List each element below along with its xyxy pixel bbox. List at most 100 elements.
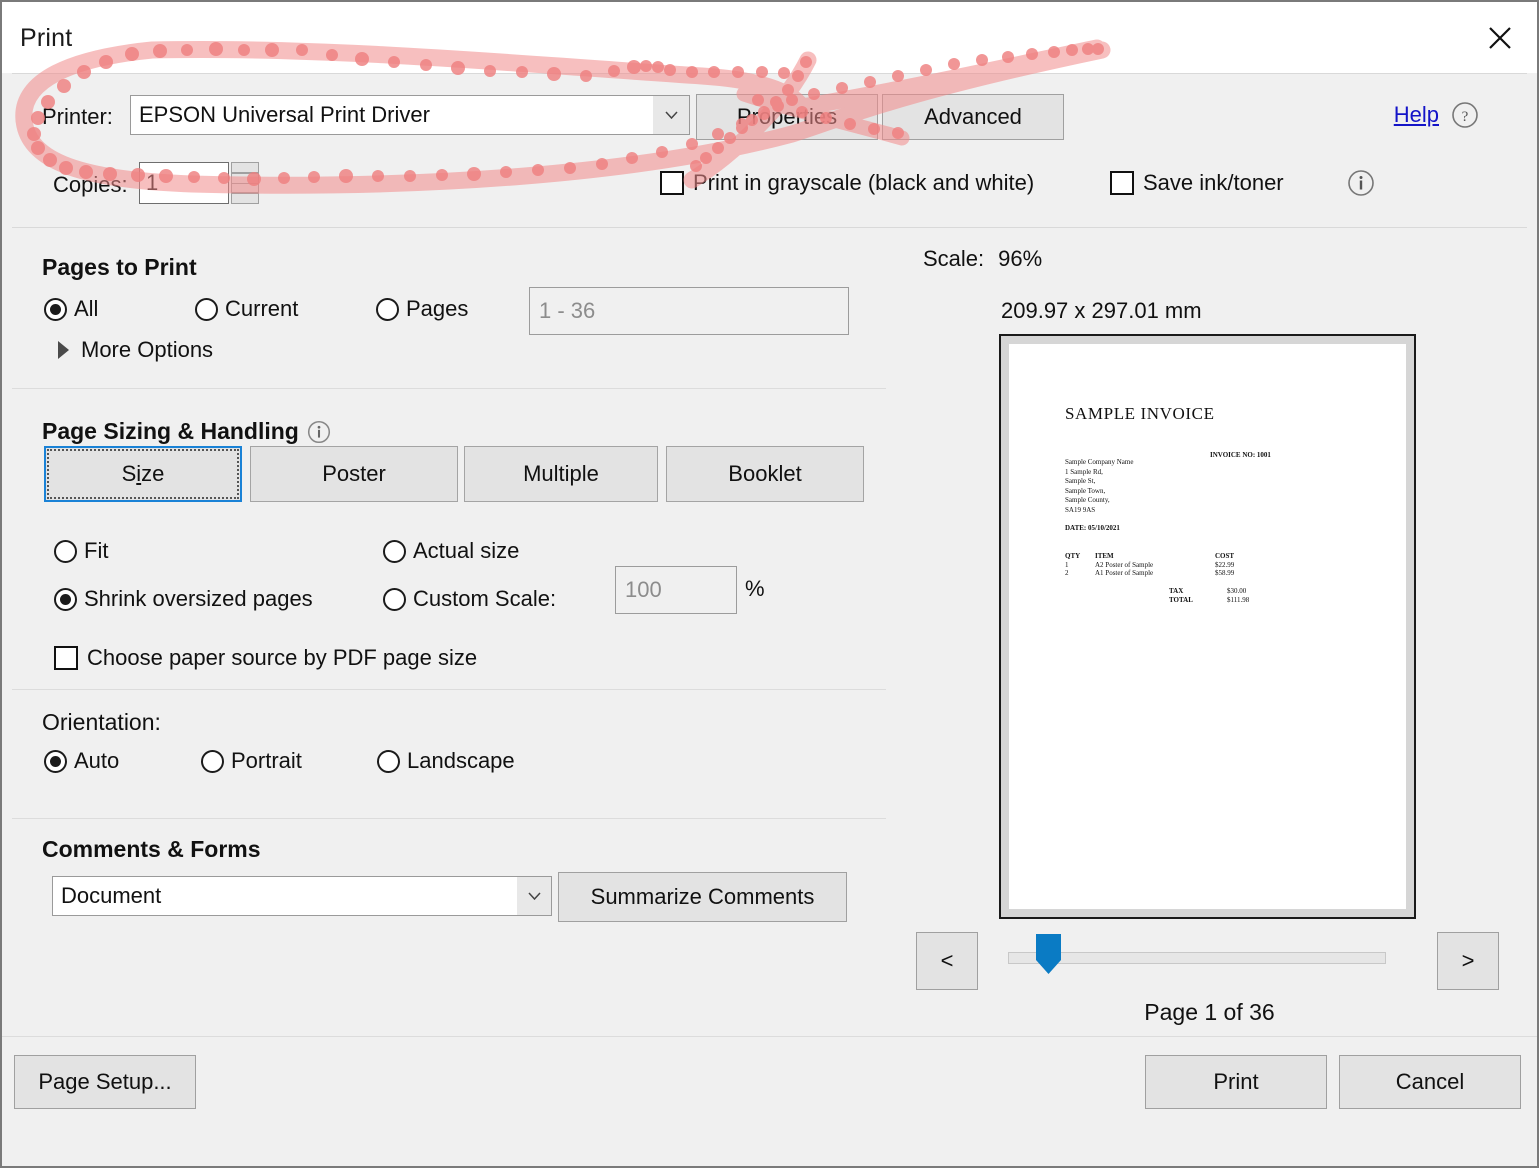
radio-portrait-label: Portrait <box>231 748 302 774</box>
comments-select[interactable]: Document <box>52 876 552 916</box>
pages-to-print-group: Pages to Print All Current Pages 1 - 36 … <box>12 234 886 389</box>
radio-portrait[interactable]: Portrait <box>201 748 302 774</box>
help-link[interactable]: Help <box>1394 102 1439 128</box>
info-circle-icon[interactable] <box>1347 169 1375 202</box>
radio-indicator <box>383 540 406 563</box>
col-header-qty: QTY <box>1065 552 1095 561</box>
radio-indicator <box>54 588 77 611</box>
paper-source-checkbox[interactable]: Choose paper source by PDF page size <box>54 645 477 671</box>
pages-to-print-title: Pages to Print <box>42 254 197 281</box>
cancel-button[interactable]: Cancel <box>1339 1055 1521 1109</box>
percent-label: % <box>745 576 765 602</box>
invoice-number: INVOICE NO: 1001 <box>1210 451 1271 459</box>
radio-landscape-label: Landscape <box>407 748 515 774</box>
printer-label: Printer: <box>42 104 113 130</box>
printer-selected-value: EPSON Universal Print Driver <box>131 102 653 128</box>
printer-section: Printer: EPSON Universal Print Driver Pr… <box>12 73 1527 228</box>
page-sizing-group: Page Sizing & Handling Size Poster Multi… <box>12 390 886 690</box>
chevron-down-icon[interactable] <box>517 877 551 915</box>
radio-current[interactable]: Current <box>195 296 298 322</box>
radio-actual-size[interactable]: Actual size <box>383 538 519 564</box>
checkbox-box <box>54 646 78 670</box>
page-title: Print <box>20 24 72 53</box>
next-page-button[interactable]: > <box>1437 932 1499 990</box>
grayscale-label: Print in grayscale (black and white) <box>693 170 1034 196</box>
radio-auto[interactable]: Auto <box>44 748 119 774</box>
tax-label: TAX <box>1169 587 1227 596</box>
radio-shrink-oversized[interactable]: Shrink oversized pages <box>54 586 313 612</box>
info-circle-icon[interactable] <box>307 420 331 444</box>
page-slider-thumb[interactable] <box>1036 934 1061 974</box>
custom-scale-input[interactable]: 100 <box>615 566 737 614</box>
invoice-items-table: QTY ITEM COST 1 A2 Poster of Sample $22.… <box>1065 552 1305 577</box>
radio-pages[interactable]: Pages <box>376 296 468 322</box>
total-value: $111.98 <box>1227 596 1249 605</box>
radio-all[interactable]: All <box>44 296 98 322</box>
document-preview: SAMPLE INVOICE INVOICE NO: 1001 Sample C… <box>1009 344 1406 909</box>
comments-forms-group: Comments & Forms Document Summarize Comm… <box>12 820 886 938</box>
cell-qty: 2 <box>1065 569 1095 577</box>
radio-custom-scale-label: Custom Scale: <box>413 586 556 612</box>
page-setup-button[interactable]: Page Setup... <box>14 1055 196 1109</box>
scale-label: Scale: <box>923 246 984 271</box>
previous-page-button[interactable]: < <box>916 932 978 990</box>
radio-indicator <box>44 298 67 321</box>
tab-poster[interactable]: Poster <box>250 446 458 502</box>
comments-selected-value: Document <box>53 883 517 909</box>
radio-current-label: Current <box>225 296 298 322</box>
printer-select[interactable]: EPSON Universal Print Driver <box>130 95 690 135</box>
triangle-up-icon[interactable] <box>231 162 259 184</box>
advanced-button[interactable]: Advanced <box>882 94 1064 140</box>
radio-landscape[interactable]: Landscape <box>377 748 515 774</box>
invoice-totals: TAX $30.00 TOTAL $111.98 <box>1169 587 1249 605</box>
col-header-item: ITEM <box>1095 552 1215 561</box>
cell-cost: $22.99 <box>1215 561 1305 569</box>
save-ink-label: Save ink/toner <box>1143 170 1284 196</box>
more-options-toggle[interactable]: More Options <box>58 337 213 363</box>
copies-input[interactable]: 1 <box>139 162 229 204</box>
radio-fit-label: Fit <box>84 538 108 564</box>
question-circle-icon[interactable]: ? <box>1451 101 1479 134</box>
total-label: TOTAL <box>1169 596 1227 605</box>
page-slider-track[interactable] <box>1008 952 1386 964</box>
radio-indicator <box>54 540 77 563</box>
radio-indicator <box>201 750 224 773</box>
triangle-right-icon <box>58 341 69 359</box>
scale-row: Scale: 96% <box>923 246 1042 272</box>
cell-cost: $58.99 <box>1215 569 1305 577</box>
invoice-heading: SAMPLE INVOICE <box>1065 404 1215 424</box>
chevron-down-icon[interactable] <box>653 96 689 134</box>
tax-value: $30.00 <box>1227 587 1249 596</box>
col-header-cost: COST <box>1215 552 1305 561</box>
tab-multiple[interactable]: Multiple <box>464 446 658 502</box>
radio-indicator <box>376 298 399 321</box>
cell-qty: 1 <box>1065 561 1095 569</box>
save-ink-checkbox[interactable]: Save ink/toner <box>1110 170 1284 196</box>
paper-source-label: Choose paper source by PDF page size <box>87 645 477 671</box>
page-sizing-title: Page Sizing & Handling <box>42 418 299 445</box>
page-dimensions: 209.97 x 297.01 mm <box>1001 298 1202 324</box>
radio-fit[interactable]: Fit <box>54 538 108 564</box>
summarize-comments-button[interactable]: Summarize Comments <box>558 872 847 922</box>
radio-custom-scale[interactable]: Custom Scale: <box>383 586 556 612</box>
grayscale-checkbox[interactable]: Print in grayscale (black and white) <box>660 170 1034 196</box>
pages-range-input[interactable]: 1 - 36 <box>529 287 849 335</box>
print-button[interactable]: Print <box>1145 1055 1327 1109</box>
triangle-down-icon[interactable] <box>231 184 259 205</box>
cell-item: A1 Poster of Sample <box>1095 569 1215 577</box>
copies-stepper[interactable] <box>231 162 259 204</box>
table-header-row: QTY ITEM COST <box>1065 552 1305 561</box>
orientation-title: Orientation: <box>42 709 161 736</box>
tab-size[interactable]: Size <box>44 446 242 502</box>
properties-button[interactable]: Properties <box>696 94 878 140</box>
total-row: TOTAL $111.98 <box>1169 596 1249 605</box>
tab-booklet[interactable]: Booklet <box>666 446 864 502</box>
close-icon[interactable] <box>1477 16 1523 60</box>
radio-indicator <box>377 750 400 773</box>
svg-text:?: ? <box>1462 109 1469 125</box>
scale-value: 96% <box>998 246 1042 271</box>
radio-all-label: All <box>74 296 98 322</box>
page-count-label: Page 1 of 36 <box>888 999 1531 1026</box>
radio-pages-label: Pages <box>406 296 468 322</box>
title-bar: Print <box>2 2 1537 73</box>
